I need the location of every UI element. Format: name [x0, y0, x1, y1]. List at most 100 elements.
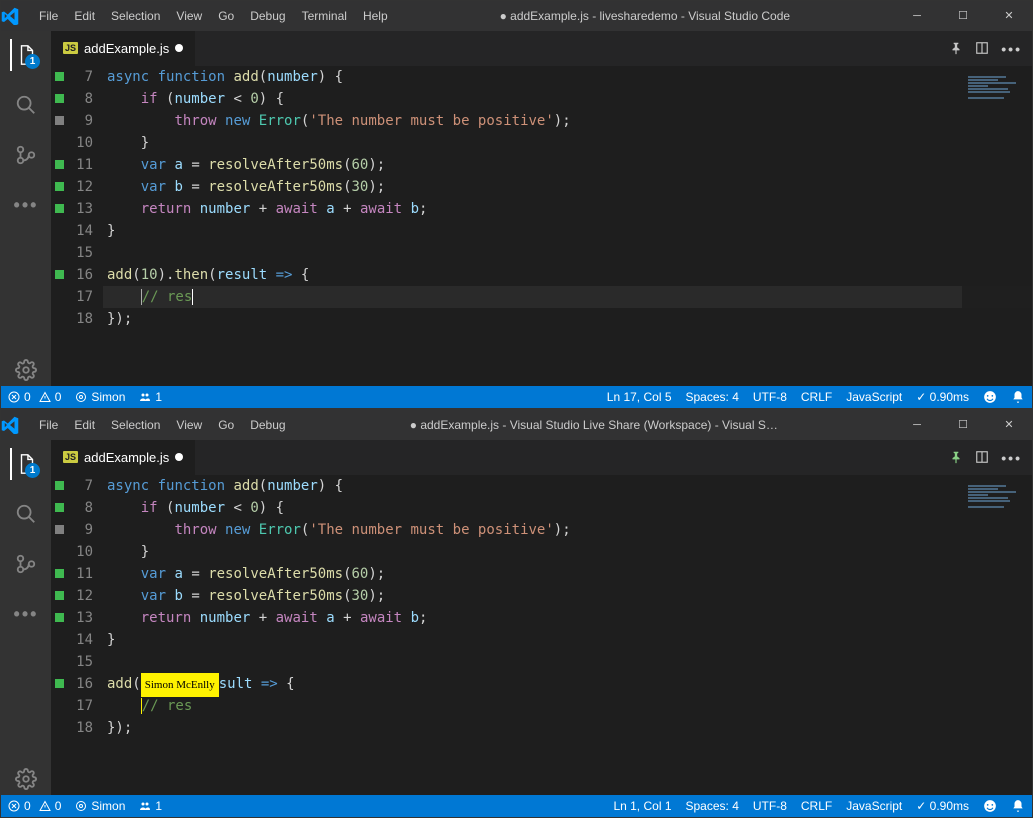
editor-viewport[interactable]: 789101112131415161718 async function add… — [51, 475, 1032, 795]
code-line[interactable]: add(10).then(result => { — [107, 264, 1032, 286]
status-spaces[interactable]: Spaces: 4 — [679, 795, 746, 817]
status-participants[interactable]: 1 — [132, 386, 169, 408]
activity-bar: 1 ••• — [1, 31, 51, 386]
code-line[interactable]: var b = resolveAfter50ms(30); — [107, 585, 1032, 607]
menu-terminal[interactable]: Terminal — [294, 1, 355, 31]
menu-file[interactable]: File — [31, 410, 66, 440]
more-actions-icon[interactable]: ••• — [1001, 450, 1022, 466]
status-errors[interactable]: 0 0 — [1, 795, 68, 817]
editor-viewport[interactable]: 789101112131415161718 async function add… — [51, 66, 1032, 386]
menu-view[interactable]: View — [168, 410, 210, 440]
code-line[interactable]: var a = resolveAfter50ms(60); — [107, 563, 1032, 585]
code-line[interactable]: } — [107, 132, 1032, 154]
pin-icon[interactable] — [949, 450, 963, 466]
status-bell-icon[interactable] — [1004, 795, 1032, 817]
title-bar[interactable]: FileEditSelectionViewGoDebug ● addExampl… — [1, 410, 1032, 440]
split-editor-icon[interactable] — [975, 41, 989, 57]
status-encoding[interactable]: UTF-8 — [746, 795, 794, 817]
code-line[interactable]: throw new Error('The number must be posi… — [107, 110, 1032, 132]
code-line[interactable]: async function add(number) { — [107, 475, 1032, 497]
status-timing[interactable]: ✓ 0.90ms — [909, 795, 976, 817]
menu-go[interactable]: Go — [210, 410, 242, 440]
code-line[interactable]: add(Simon McEnllysult => { — [107, 673, 1032, 695]
status-ln-col[interactable]: Ln 17, Col 5 — [600, 386, 679, 408]
code-line[interactable]: if (number < 0) { — [107, 88, 1032, 110]
maximize-button[interactable]: ☐ — [940, 1, 986, 31]
menu-file[interactable]: File — [31, 1, 66, 31]
status-language[interactable]: JavaScript — [839, 795, 909, 817]
status-ln-col[interactable]: Ln 1, Col 1 — [606, 795, 678, 817]
code-line[interactable]: // res — [107, 695, 1032, 717]
source-control-icon[interactable] — [10, 548, 42, 580]
menu-help[interactable]: Help — [355, 1, 396, 31]
minimize-button[interactable]: ─ — [894, 410, 940, 440]
status-feedback-icon[interactable] — [976, 386, 1004, 408]
split-editor-icon[interactable] — [975, 450, 989, 466]
explorer-icon[interactable]: 1 — [10, 39, 42, 71]
code-line[interactable]: } — [107, 220, 1032, 242]
status-feedback-icon[interactable] — [976, 795, 1004, 817]
menu-selection[interactable]: Selection — [103, 1, 168, 31]
pin-icon[interactable] — [949, 41, 963, 57]
menu-view[interactable]: View — [168, 1, 210, 31]
code-line[interactable]: }); — [107, 717, 1032, 739]
settings-gear-icon[interactable] — [10, 354, 42, 386]
minimize-button[interactable]: ─ — [894, 1, 940, 31]
close-button[interactable]: ✕ — [986, 1, 1032, 31]
menu-debug[interactable]: Debug — [242, 410, 293, 440]
menu-edit[interactable]: Edit — [66, 410, 103, 440]
more-icon[interactable]: ••• — [10, 189, 42, 221]
code-line[interactable]: throw new Error('The number must be posi… — [107, 519, 1032, 541]
status-spaces[interactable]: Spaces: 4 — [679, 386, 746, 408]
tab-active[interactable]: JS addExample.js — [51, 31, 195, 66]
code-line[interactable]: if (number < 0) { — [107, 497, 1032, 519]
code-line[interactable]: async function add(number) { — [107, 66, 1032, 88]
maximize-button[interactable]: ☐ — [940, 410, 986, 440]
status-eol[interactable]: CRLF — [794, 386, 839, 408]
status-encoding[interactable]: UTF-8 — [746, 386, 794, 408]
status-errors[interactable]: 0 0 — [1, 386, 68, 408]
code-line[interactable]: } — [107, 629, 1032, 651]
code-line[interactable]: // res — [103, 286, 1032, 308]
status-language[interactable]: JavaScript — [839, 386, 909, 408]
more-icon[interactable]: ••• — [10, 598, 42, 630]
search-icon[interactable] — [10, 89, 42, 121]
status-liveshare[interactable]: Simon — [68, 795, 132, 817]
status-participants[interactable]: 1 — [132, 795, 169, 817]
code-content[interactable]: async function add(number) { if (number … — [107, 475, 1032, 795]
line-number: 12 — [51, 176, 93, 198]
explorer-icon[interactable]: 1 — [10, 448, 42, 480]
tab-label: addExample.js — [84, 41, 169, 56]
status-bell-icon[interactable] — [1004, 386, 1032, 408]
code-content[interactable]: async function add(number) { if (number … — [107, 66, 1032, 386]
menu-selection[interactable]: Selection — [103, 410, 168, 440]
menu-go[interactable]: Go — [210, 1, 242, 31]
status-eol[interactable]: CRLF — [794, 795, 839, 817]
minimap[interactable] — [962, 66, 1032, 386]
close-button[interactable]: ✕ — [986, 410, 1032, 440]
code-line[interactable]: }); — [107, 308, 1032, 330]
line-number: 16 — [51, 673, 93, 695]
activity-bar: 1 ••• — [1, 440, 51, 795]
code-line[interactable] — [107, 651, 1032, 673]
menu-debug[interactable]: Debug — [242, 1, 293, 31]
line-number: 13 — [51, 607, 93, 629]
code-line[interactable]: return number + await a + await b; — [107, 198, 1032, 220]
search-icon[interactable] — [10, 498, 42, 530]
minimap[interactable] — [962, 475, 1032, 795]
code-line[interactable]: var b = resolveAfter50ms(30); — [107, 176, 1032, 198]
line-number: 11 — [51, 154, 93, 176]
title-bar[interactable]: FileEditSelectionViewGoDebugTerminalHelp… — [1, 1, 1032, 31]
line-number: 17 — [51, 695, 93, 717]
menu-edit[interactable]: Edit — [66, 1, 103, 31]
code-line[interactable]: var a = resolveAfter50ms(60); — [107, 154, 1032, 176]
status-timing[interactable]: ✓ 0.90ms — [909, 386, 976, 408]
code-line[interactable]: } — [107, 541, 1032, 563]
more-actions-icon[interactable]: ••• — [1001, 41, 1022, 57]
code-line[interactable]: return number + await a + await b; — [107, 607, 1032, 629]
source-control-icon[interactable] — [10, 139, 42, 171]
tab-active[interactable]: JS addExample.js — [51, 440, 195, 475]
code-line[interactable] — [107, 242, 1032, 264]
settings-gear-icon[interactable] — [10, 763, 42, 795]
status-liveshare[interactable]: Simon — [68, 386, 132, 408]
